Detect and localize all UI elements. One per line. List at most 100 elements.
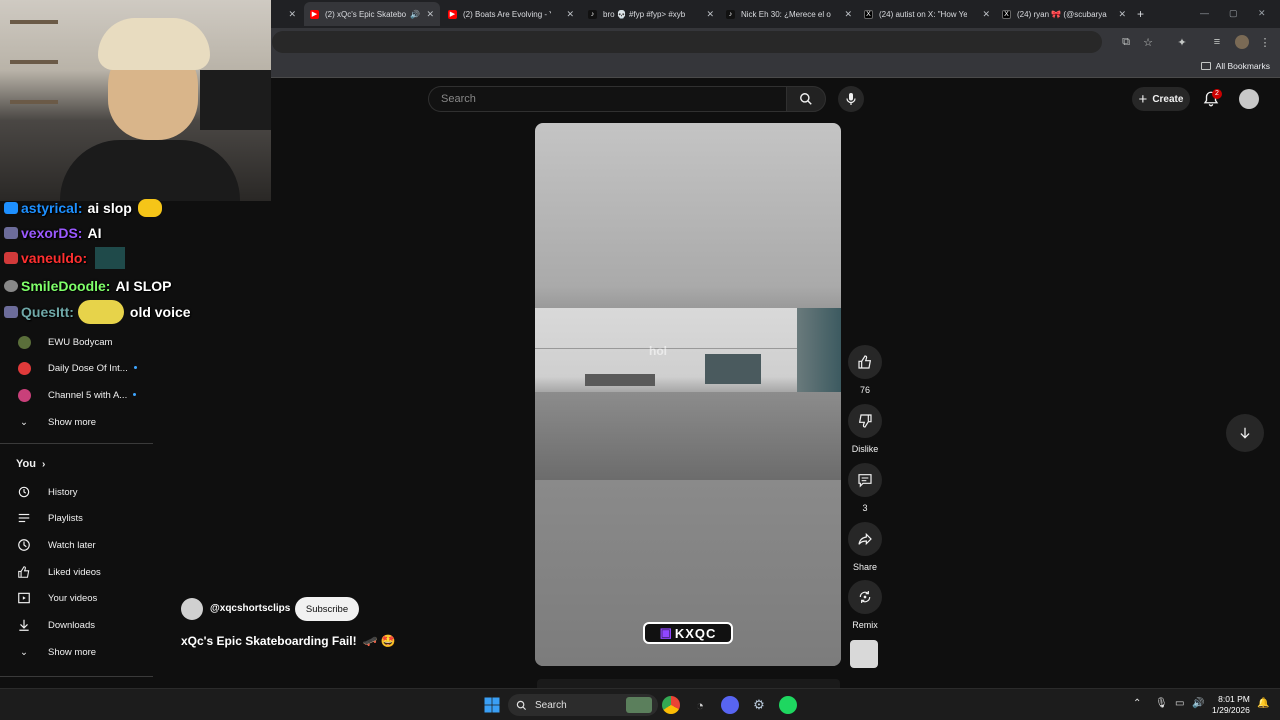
network-icon[interactable]: ▭ xyxy=(1175,698,1184,709)
you-section-title[interactable]: You › xyxy=(16,458,45,470)
new-tab-button[interactable]: + xyxy=(1137,4,1151,24)
search-input[interactable]: Search xyxy=(428,86,786,112)
all-bookmarks-button[interactable]: All Bookmarks xyxy=(1200,61,1270,71)
youtube-favicon-icon: ▶ xyxy=(310,9,319,19)
tab-close-icon[interactable]: ✕ xyxy=(976,9,990,20)
address-bar[interactable] xyxy=(272,31,1102,53)
sidebar-item-your-videos[interactable]: Your videos xyxy=(0,585,153,611)
chat-text: ai slop xyxy=(87,200,132,216)
channel-name[interactable]: @xqcshortsclips xyxy=(210,603,290,614)
tab-active[interactable]: ▶ (2) xQc's Epic Skatebo 🔊 ✕ xyxy=(304,2,440,26)
chat-badge-icon xyxy=(4,306,18,318)
x-favicon-icon: X xyxy=(864,9,873,19)
tab[interactable]: ♪ Nick Eh 30: ¿Merece el oc ✕ xyxy=(726,4,852,24)
channel-avatar[interactable] xyxy=(850,640,878,668)
tab-title: (2) xQc's Epic Skatebo xyxy=(325,9,407,19)
tab-title: (24) autist on X: "How Ye xyxy=(879,9,967,19)
account-avatar[interactable] xyxy=(1239,89,1259,109)
tab[interactable]: ♪ bro 💀 #fyp #fyp> #xyb ✕ xyxy=(588,4,714,24)
video-frame: hol xyxy=(535,308,841,480)
menu-kebab-icon[interactable]: ⋮ xyxy=(1258,35,1272,49)
chat-message: astyrical: ai slop xyxy=(4,196,162,220)
share-button[interactable]: Share xyxy=(847,522,883,572)
taskbar-search[interactable]: Search xyxy=(508,694,658,716)
install-app-icon[interactable]: ⧉ xyxy=(1119,35,1133,49)
tab-close-icon[interactable]: ✕ xyxy=(700,9,714,20)
tab-title: (24) ryan 🎀 (@scubarya xyxy=(1017,9,1107,19)
channel-avatar-icon xyxy=(17,388,31,402)
notification-center-icon[interactable]: 🔔 xyxy=(1257,698,1269,709)
plus-icon: + xyxy=(1138,90,1148,108)
dislike-label: Dislike xyxy=(851,444,879,454)
tab-close-icon[interactable]: ✕ xyxy=(560,9,574,20)
search-button[interactable] xyxy=(786,86,826,112)
sidebar-item-playlists[interactable]: Playlists xyxy=(0,505,153,531)
bookmark-star-icon[interactable]: ☆ xyxy=(1141,35,1155,49)
next-short-button[interactable] xyxy=(1226,414,1264,452)
chevron-right-icon: › xyxy=(41,458,46,470)
media-controls-icon[interactable]: ≡ xyxy=(1210,35,1224,49)
subscribe-button[interactable]: Subscribe xyxy=(295,597,359,621)
create-button[interactable]: + Create xyxy=(1132,87,1190,111)
remix-button[interactable]: Remix xyxy=(847,580,883,630)
tray-overflow-icon[interactable]: ⌃ xyxy=(1133,698,1141,709)
tab-close-icon[interactable]: ✕ xyxy=(282,9,296,20)
chat-message: SmileDoodle: AI SLOP xyxy=(4,274,171,298)
sidebar-item-label: Liked videos xyxy=(48,566,101,578)
sidebar-item-subscription[interactable]: Daily Dose Of Int... xyxy=(0,355,153,381)
sidebar-item-label: Watch later xyxy=(48,539,96,551)
your-videos-icon xyxy=(18,592,30,604)
tab-partial[interactable]: ✕ xyxy=(272,4,296,24)
sidebar-item-history[interactable]: History xyxy=(0,479,153,505)
clock-date: 1/29/2026 xyxy=(1212,705,1250,715)
taskbar-clock[interactable]: 8:01 PM 1/29/2026 xyxy=(1212,694,1250,716)
show-more-button[interactable]: ⌄ Show more xyxy=(0,409,153,435)
chat-username: SmileDoodle: xyxy=(21,278,111,294)
profile-avatar-icon[interactable] xyxy=(1235,35,1249,49)
streamer-hair xyxy=(98,18,210,70)
chat-text: AI xyxy=(87,225,102,241)
short-title[interactable]: xQc's Epic Skateboarding Fail! 🛹 🤩 xyxy=(181,634,396,648)
sidebar-item-liked-videos[interactable]: Liked videos xyxy=(0,559,153,585)
extensions-icon[interactable]: ✦ xyxy=(1175,35,1189,49)
microphone-tray-icon[interactable]: 🎙 xyxy=(1155,698,1168,709)
discord-icon[interactable] xyxy=(721,696,739,714)
sidebar-item-label: Channel 5 with A... xyxy=(48,390,137,401)
youtube-favicon-icon: ▶ xyxy=(448,9,457,19)
chrome-icon[interactable] xyxy=(662,696,680,714)
show-more-button[interactable]: ⌄ Show more xyxy=(0,639,153,665)
maximize-icon[interactable]: ▢ xyxy=(1229,8,1238,19)
tab[interactable]: ▶ (2) Boats Are Evolving - Y ✕ xyxy=(448,4,574,24)
spotify-icon[interactable] xyxy=(779,696,797,714)
tab-close-icon[interactable]: ✕ xyxy=(420,9,434,20)
sidebar-item-downloads[interactable]: Downloads xyxy=(0,612,153,638)
voice-search-button[interactable] xyxy=(838,86,864,112)
tab[interactable]: X (24) ryan 🎀 (@scubarya ✕ xyxy=(1002,4,1126,24)
window-close-icon[interactable]: ✕ xyxy=(1258,8,1266,19)
volume-icon[interactable]: 🔊 xyxy=(1192,698,1204,709)
like-button[interactable]: 76 xyxy=(847,345,883,395)
create-label: Create xyxy=(1152,93,1184,105)
next-short-preview[interactable] xyxy=(537,679,840,688)
sidebar-item-subscription[interactable]: Channel 5 with A... xyxy=(0,382,153,408)
playlists-icon xyxy=(18,513,30,523)
minimize-icon[interactable]: — xyxy=(1200,8,1209,18)
tab-close-icon[interactable]: ✕ xyxy=(838,9,852,20)
fence xyxy=(535,348,841,388)
chat-text: old voice xyxy=(129,304,191,320)
app-icon[interactable]: ◔ xyxy=(691,696,709,714)
audio-playing-icon[interactable]: 🔊 xyxy=(410,10,420,19)
shorts-video-player[interactable]: hol ▣ KXQC xyxy=(535,123,841,666)
duck-emote-icon xyxy=(137,199,162,217)
sidebar-item-label: Your videos xyxy=(48,592,98,604)
steam-icon[interactable]: ⚙ xyxy=(750,696,768,714)
tab-close-icon[interactable]: ✕ xyxy=(1112,9,1126,20)
comments-button[interactable]: 3 xyxy=(847,463,883,513)
sidebar-item-watch-later[interactable]: Watch later xyxy=(0,532,153,558)
channel-avatar-small[interactable] xyxy=(181,598,203,620)
dislike-button[interactable]: Dislike xyxy=(847,404,883,454)
windows-start-icon[interactable] xyxy=(483,696,501,714)
tab-title: (2) Boats Are Evolving - Y xyxy=(463,9,551,19)
sidebar-item-subscription[interactable]: EWU Bodycam xyxy=(0,329,153,355)
tab[interactable]: X (24) autist on X: "How Ye ✕ xyxy=(864,4,990,24)
